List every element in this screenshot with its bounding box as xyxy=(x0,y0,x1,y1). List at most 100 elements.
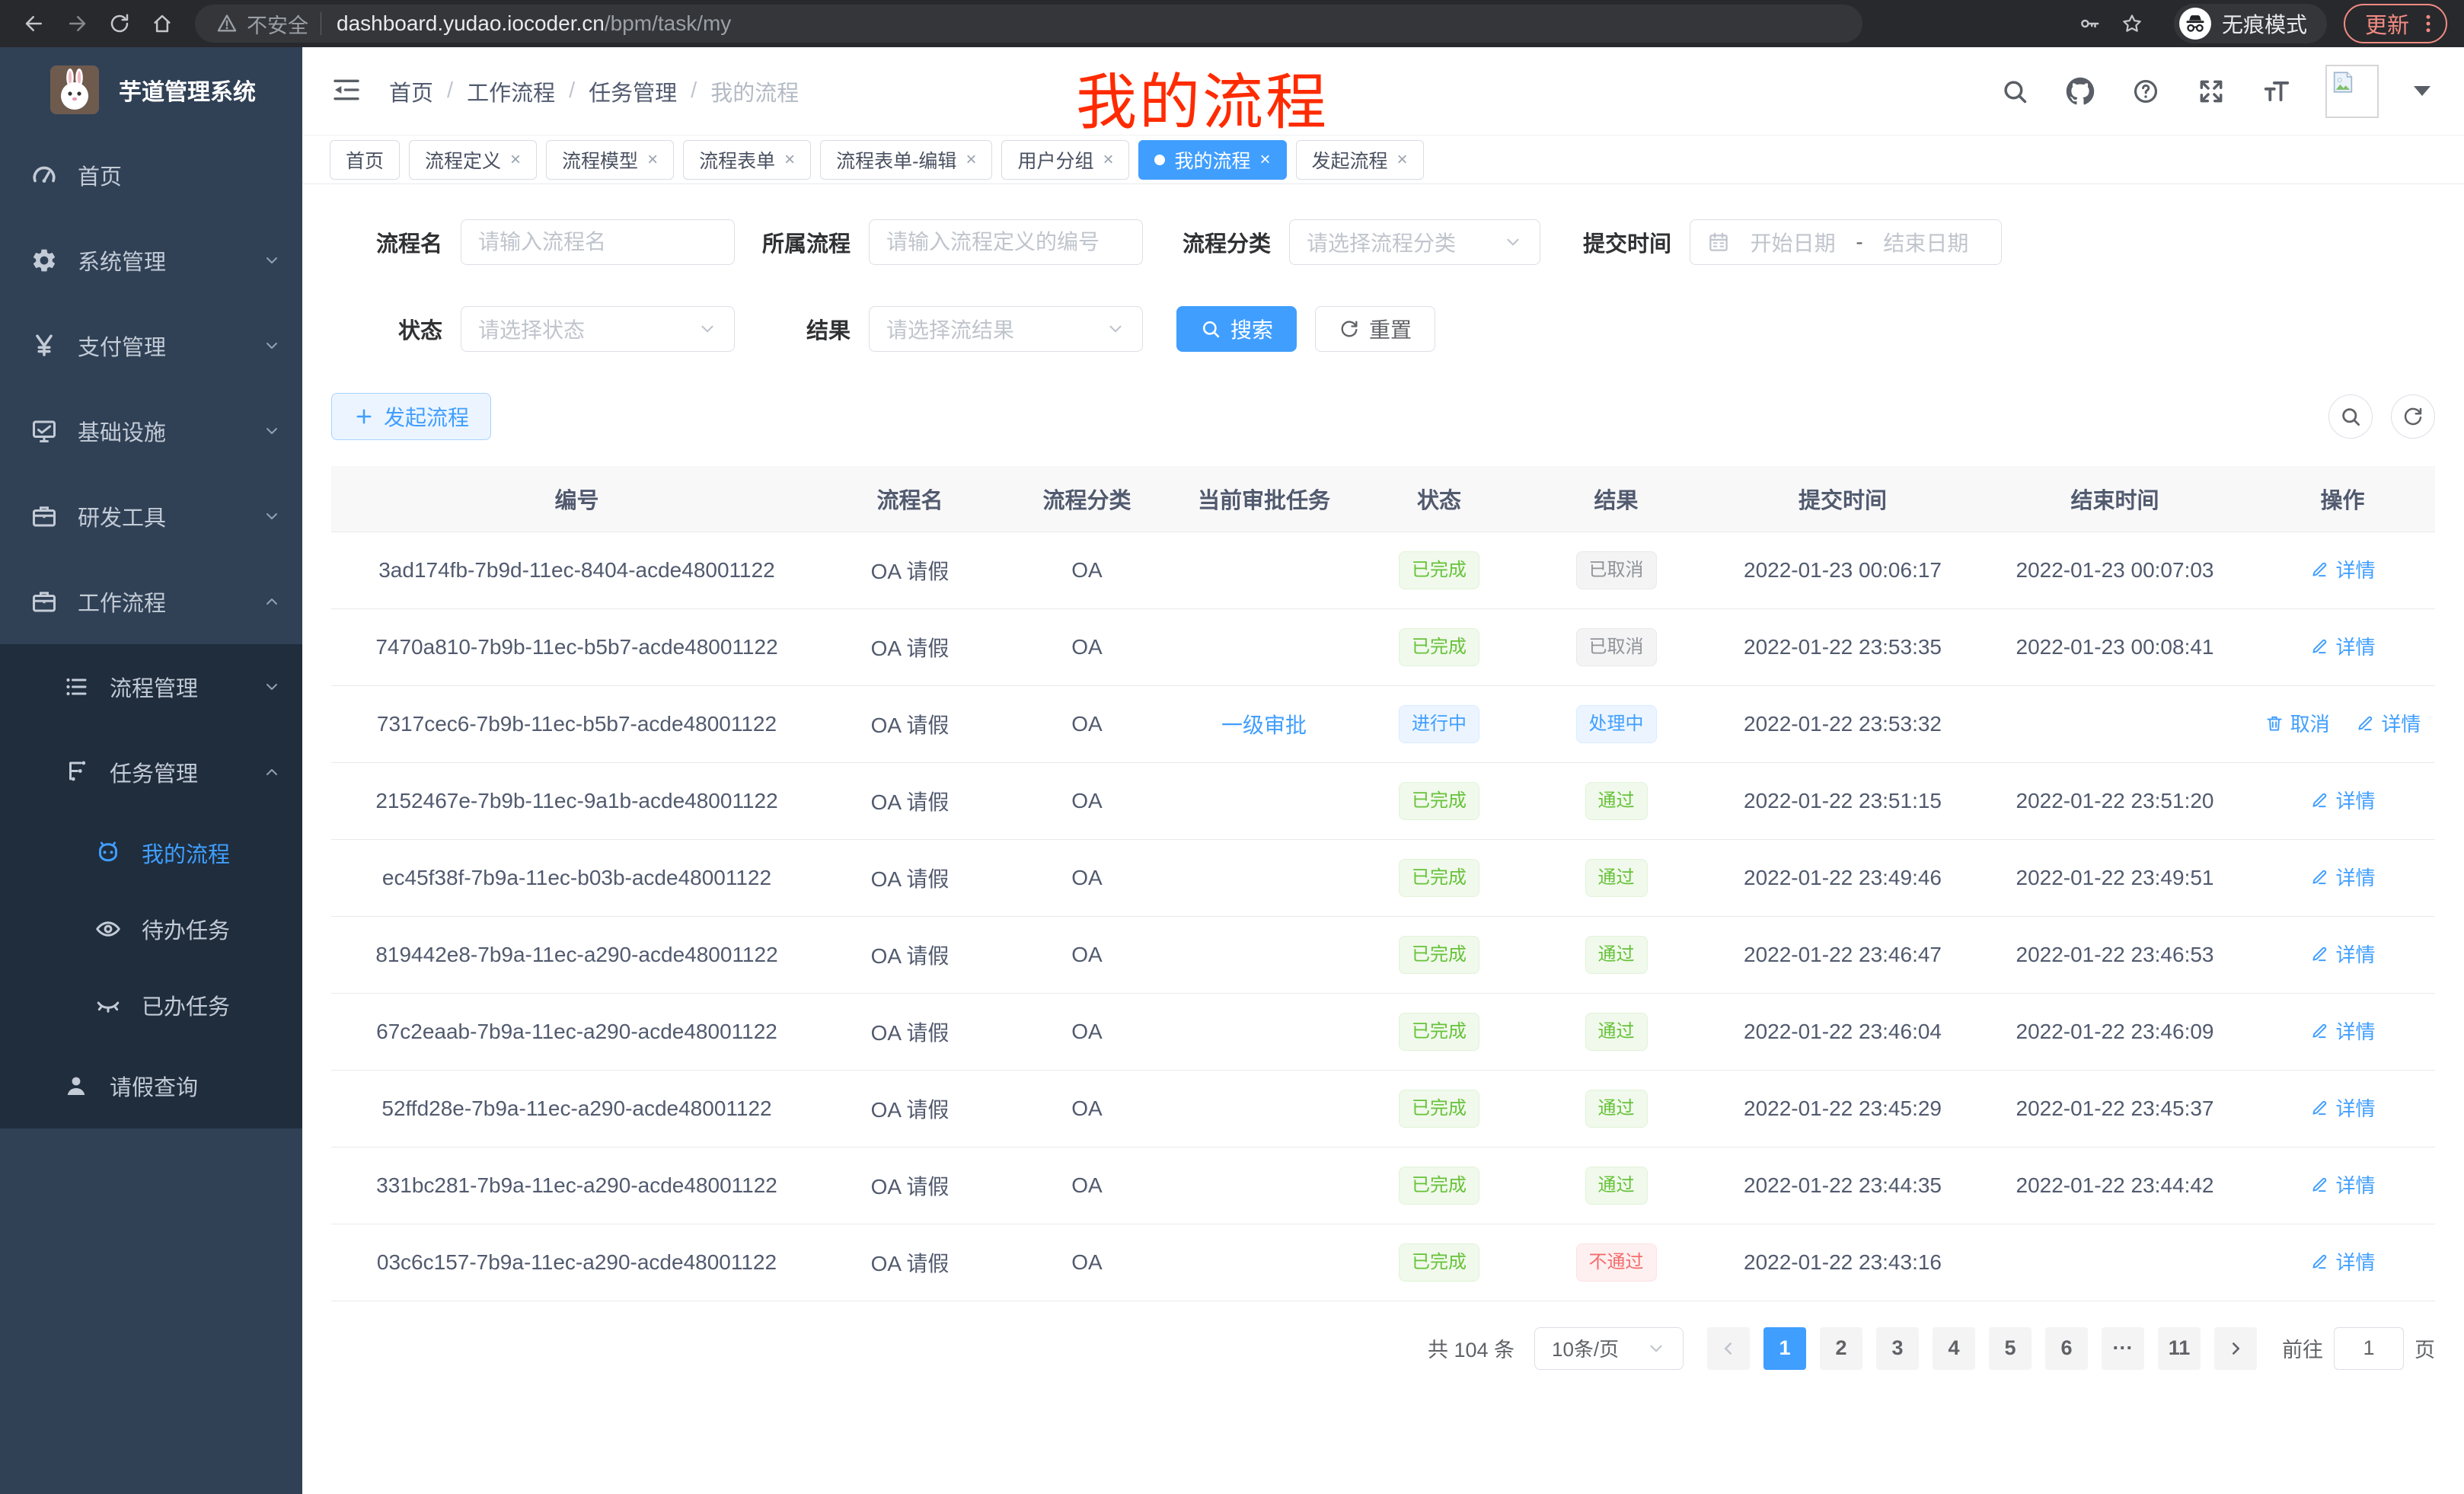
detail-action[interactable]: 详情 xyxy=(2309,863,2375,891)
toggle-search-button[interactable] xyxy=(2328,394,2373,439)
cell-end-time: 2022-01-22 23:46:09 xyxy=(1980,993,2250,1070)
header-search-button[interactable] xyxy=(1998,75,2032,108)
view-tab[interactable]: 用户分组 × xyxy=(1001,140,1129,180)
detail-action[interactable]: 详情 xyxy=(2309,555,2375,583)
status-badge: 已完成 xyxy=(1399,1090,1479,1128)
sidebar-item-system[interactable]: 系统管理 xyxy=(0,218,302,303)
close-icon[interactable]: × xyxy=(965,151,976,169)
browser-toolbar: 不安全 dashboard.yudao.iocoder.cn/bpm/task/… xyxy=(0,0,2464,47)
reset-button[interactable]: 重置 xyxy=(1315,306,1435,352)
status-select[interactable]: 请选择状态 xyxy=(461,306,735,352)
start-process-button[interactable]: 发起流程 xyxy=(331,393,491,440)
sidebar-item-workflow[interactable]: 工作流程 xyxy=(0,559,302,644)
cell-submit-time: 2022-01-22 23:53:32 xyxy=(1706,685,1980,762)
detail-action[interactable]: 详情 xyxy=(2309,1247,2375,1275)
process-name-input[interactable] xyxy=(478,230,717,254)
table-row: 52ffd28e-7b9a-11ec-a290-acde48001122 OA … xyxy=(331,1070,2435,1147)
detail-action[interactable]: 详情 xyxy=(2309,632,2375,660)
password-key-button[interactable] xyxy=(2072,6,2107,41)
detail-action[interactable]: 详情 xyxy=(2309,786,2375,814)
pager-page[interactable]: 2 xyxy=(1820,1327,1862,1370)
browser-update-button[interactable]: 更新 xyxy=(2344,4,2447,43)
close-icon[interactable]: × xyxy=(510,151,521,169)
browser-back-button[interactable] xyxy=(17,6,52,41)
breadcrumb-home[interactable]: 首页 xyxy=(389,75,433,107)
view-tab[interactable]: 流程表单 × xyxy=(683,140,811,180)
address-bar[interactable]: 不安全 dashboard.yudao.iocoder.cn/bpm/task/… xyxy=(195,5,1862,43)
sidebar-item-task-mgmt[interactable]: 任务管理 xyxy=(0,729,302,815)
help-button[interactable] xyxy=(2129,75,2162,108)
page-content: 流程名 所属流程 流程分类 请选择流程分类 提交时间 xyxy=(302,184,2464,1494)
sidebar-item-payment[interactable]: 支付管理 xyxy=(0,303,302,388)
view-tab[interactable]: 流程定义 × xyxy=(409,140,537,180)
view-tab[interactable]: 我的流程 × xyxy=(1138,140,1286,180)
pager-ellipsis[interactable]: ··· xyxy=(2102,1327,2144,1370)
pager-page[interactable]: 11 xyxy=(2158,1327,2201,1370)
parent-process-input[interactable] xyxy=(886,230,1125,254)
chevron-right-icon xyxy=(2226,1339,2245,1358)
cell-end-time: 2022-01-22 23:51:20 xyxy=(1980,762,2250,839)
submit-time-range-picker[interactable]: 开始日期 - 结束日期 xyxy=(1690,219,2002,265)
sidebar-collapse-button[interactable] xyxy=(330,75,363,108)
cell-submit-time: 2022-01-22 23:46:04 xyxy=(1706,993,1980,1070)
process-table: 编号 流程名 流程分类 当前审批任务 状态 结果 提交时间 结束时间 操作 3a… xyxy=(331,466,2435,1301)
avatar[interactable] xyxy=(2325,65,2379,118)
sidebar-item-todo-task[interactable]: 待办任务 xyxy=(0,891,302,967)
sidebar-item-process-mgmt[interactable]: 流程管理 xyxy=(0,644,302,729)
sidebar-item-devtools[interactable]: 研发工具 xyxy=(0,474,302,559)
current-task-link[interactable]: 一级审批 xyxy=(1221,713,1307,737)
browser-forward-button[interactable] xyxy=(59,6,94,41)
goto-page-input[interactable] xyxy=(2334,1327,2404,1370)
pager-page[interactable]: 4 xyxy=(1933,1327,1975,1370)
github-icon xyxy=(2066,77,2095,106)
avatar-caret-icon[interactable] xyxy=(2414,86,2430,96)
detail-action[interactable]: 详情 xyxy=(2309,1170,2375,1199)
view-tab[interactable]: 流程表单-编辑 × xyxy=(820,140,992,180)
breadcrumb-task-mgmt[interactable]: 任务管理 xyxy=(589,75,677,107)
browser-home-button[interactable] xyxy=(145,6,180,41)
table-row: ec45f38f-7b9a-11ec-b03b-acde48001122 OA … xyxy=(331,839,2435,916)
search-button[interactable]: 搜索 xyxy=(1176,306,1297,352)
refresh-icon xyxy=(1339,318,1360,340)
detail-action[interactable]: 详情 xyxy=(2355,709,2421,737)
font-size-button[interactable] xyxy=(2260,75,2293,108)
pager-page[interactable]: 5 xyxy=(1989,1327,2032,1370)
pager-page[interactable]: 1 xyxy=(1763,1327,1806,1370)
chevron-down-icon xyxy=(263,251,281,270)
submit-time-label: 提交时间 xyxy=(1571,226,1671,258)
refresh-table-button[interactable] xyxy=(2391,394,2435,439)
detail-action[interactable]: 详情 xyxy=(2309,1093,2375,1122)
sidebar-item-my-process[interactable]: 我的流程 xyxy=(0,815,302,891)
detail-action[interactable]: 详情 xyxy=(2309,940,2375,968)
browser-reload-button[interactable] xyxy=(102,6,137,41)
category-select[interactable]: 请选择流程分类 xyxy=(1289,219,1540,265)
close-icon[interactable]: × xyxy=(1103,151,1113,169)
view-tab[interactable]: 流程模型 × xyxy=(546,140,674,180)
prev-page-button[interactable] xyxy=(1707,1327,1750,1370)
result-select[interactable]: 请选择流结果 xyxy=(869,306,1143,352)
pager-page[interactable]: 3 xyxy=(1876,1327,1919,1370)
sidebar-item-infra[interactable]: 基础设施 xyxy=(0,388,302,474)
close-icon[interactable]: × xyxy=(784,151,795,169)
breadcrumb-workflow[interactable]: 工作流程 xyxy=(467,75,555,107)
sidebar-item-leave-query[interactable]: 请假查询 xyxy=(0,1043,302,1128)
bookmark-star-button[interactable] xyxy=(2115,6,2150,41)
table-row: 67c2eaab-7b9a-11ec-a290-acde48001122 OA … xyxy=(331,993,2435,1070)
sidebar-item-done-task[interactable]: 已办任务 xyxy=(0,967,302,1043)
github-button[interactable] xyxy=(2063,75,2097,108)
fullscreen-button[interactable] xyxy=(2194,75,2228,108)
home-icon xyxy=(151,12,174,35)
pager-page[interactable]: 6 xyxy=(2045,1327,2088,1370)
page-size-select[interactable]: 10条/页 xyxy=(1534,1327,1684,1370)
view-tab[interactable]: 发起流程 × xyxy=(1296,140,1424,180)
close-icon[interactable]: × xyxy=(1397,151,1408,169)
chevron-down-icon xyxy=(1106,319,1125,339)
view-tab[interactable]: 首页 xyxy=(330,140,400,180)
cancel-action[interactable]: 取消 xyxy=(2265,709,2330,737)
cell-process-id: 3ad174fb-7b9d-11ec-8404-acde48001122 xyxy=(331,532,822,608)
close-icon[interactable]: × xyxy=(647,151,658,169)
sidebar-item-home[interactable]: 首页 xyxy=(0,132,302,218)
detail-action[interactable]: 详情 xyxy=(2309,1017,2375,1045)
close-icon[interactable]: × xyxy=(1260,151,1271,169)
next-page-button[interactable] xyxy=(2214,1327,2257,1370)
